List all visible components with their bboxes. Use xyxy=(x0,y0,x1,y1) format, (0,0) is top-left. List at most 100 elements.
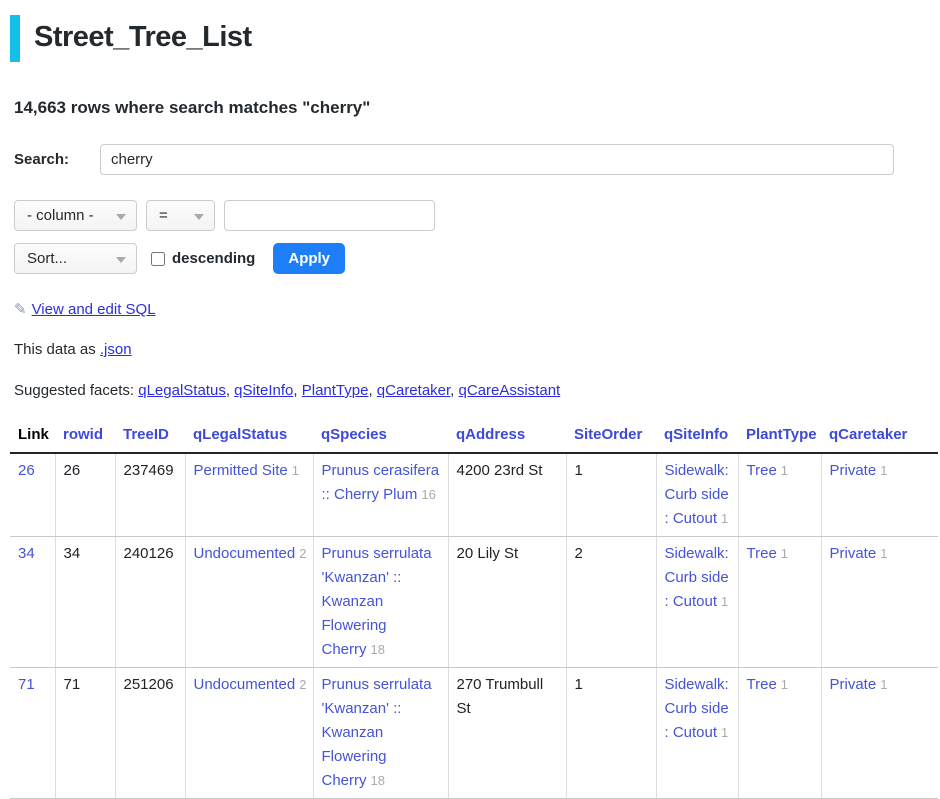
cell-qcaretaker: Private1 xyxy=(821,668,938,799)
column-header-siteorder: SiteOrder xyxy=(566,421,656,453)
sort-qcaretaker-link[interactable]: qCaretaker xyxy=(829,426,907,443)
facet-value-link[interactable]: Tree xyxy=(747,676,777,693)
suggested-facets-line: Suggested facets: qLegalStatus, qSiteInf… xyxy=(14,382,940,399)
facet-count: 1 xyxy=(781,463,788,478)
descending-option: descending xyxy=(151,250,255,267)
facet-link-planttype[interactable]: PlantType xyxy=(302,382,369,399)
facet-count: 1 xyxy=(781,546,788,561)
cell-qaddress: 4200 23rd St xyxy=(448,453,566,537)
facet-count: 1 xyxy=(880,677,887,692)
row-link[interactable]: 71 xyxy=(18,676,35,693)
facet-link-qsiteinfo[interactable]: qSiteInfo xyxy=(234,382,293,399)
sort-siteorder-link[interactable]: SiteOrder xyxy=(574,426,642,443)
facet-count: 2 xyxy=(299,546,306,561)
sql-line: ✎View and edit SQL xyxy=(14,300,940,318)
cell-qspecies: Prunus cerasifera :: Cherry Plum16 xyxy=(313,453,448,537)
json-link[interactable]: .json xyxy=(100,341,132,358)
facet-value-link[interactable]: Undocumented xyxy=(194,676,296,693)
facet-count: 1 xyxy=(292,463,299,478)
sort-planttype-link[interactable]: PlantType xyxy=(746,426,817,443)
column-header-qsiteinfo: qSiteInfo xyxy=(656,421,738,453)
facet-value-link[interactable]: Sidewalk: Curb side : Cutout xyxy=(665,462,729,527)
sort-qaddress-link[interactable]: qAddress xyxy=(456,426,525,443)
cell-treeid: 240126 xyxy=(115,537,185,668)
sort-select[interactable]: Sort... xyxy=(14,243,137,274)
facet-count: 2 xyxy=(299,677,306,692)
cell-siteorder: 1 xyxy=(566,668,656,799)
facet-separator: , xyxy=(226,382,234,399)
cell-planttype: Tree 1 xyxy=(738,453,821,537)
cell-planttype: Tree 1 xyxy=(738,537,821,668)
facet-count: 18 xyxy=(371,642,385,657)
cell-treeid: 237469 xyxy=(115,453,185,537)
view-edit-sql-link[interactable]: View and edit SQL xyxy=(32,301,156,318)
facet-value-link[interactable]: Undocumented xyxy=(194,545,296,562)
facet-link-qcaretaker[interactable]: qCaretaker xyxy=(377,382,450,399)
descending-label: descending xyxy=(172,250,255,267)
page: Street_Tree_List 14,663 rows where searc… xyxy=(0,0,940,799)
facet-count: 16 xyxy=(421,487,435,502)
filter-column-select[interactable]: - column - xyxy=(14,200,137,231)
facet-value-link[interactable]: Tree xyxy=(747,545,777,562)
cell-planttype: Tree1 xyxy=(738,668,821,799)
facets-prefix: Suggested facets: xyxy=(14,382,138,399)
descending-checkbox[interactable] xyxy=(151,252,165,266)
facet-link-qlegalstatus[interactable]: qLegalStatus xyxy=(138,382,226,399)
cell-qsiteinfo: Sidewalk: Curb side : Cutout1 xyxy=(656,453,738,537)
row-link[interactable]: 26 xyxy=(18,462,35,479)
facet-link-qcareassistant[interactable]: qCareAssistant xyxy=(459,382,561,399)
column-header-rowid: rowid xyxy=(55,421,115,453)
apply-button[interactable]: Apply xyxy=(273,243,345,274)
sort-qsiteinfo-link[interactable]: qSiteInfo xyxy=(664,426,728,443)
facet-separator: , xyxy=(368,382,376,399)
cell-siteorder: 2 xyxy=(566,537,656,668)
sort-select-value: Sort... xyxy=(27,250,67,267)
facet-count: 1 xyxy=(721,725,728,740)
column-header-link: Link xyxy=(10,421,55,453)
cell-qsiteinfo: Sidewalk: Curb side : Cutout1 xyxy=(656,668,738,799)
column-header-qspecies: qSpecies xyxy=(313,421,448,453)
cell-rowid: 71 xyxy=(55,668,115,799)
facet-value-link[interactable]: Sidewalk: Curb side : Cutout xyxy=(665,676,729,741)
cell-link: 34 xyxy=(10,537,55,668)
table-row: 34 34 240126 Undocumented2 Prunus serrul… xyxy=(10,537,938,668)
sort-qspecies-link[interactable]: qSpecies xyxy=(321,426,387,443)
cell-qcaretaker: Private1 xyxy=(821,453,938,537)
facet-count: 1 xyxy=(721,511,728,526)
filter-operator-select[interactable]: = xyxy=(146,200,215,231)
data-export-line: This data as .json xyxy=(14,341,940,358)
table-row: 26 26 237469 Permitted Site1 Prunus cera… xyxy=(10,453,938,537)
facet-value-link[interactable]: Sidewalk: Curb side : Cutout xyxy=(665,545,729,610)
cell-qlegalstatus: Permitted Site 1 xyxy=(185,453,313,537)
facet-value-link[interactable]: Private xyxy=(830,462,877,479)
cell-qsiteinfo: Sidewalk: Curb side : Cutout1 xyxy=(656,537,738,668)
filter-value-input[interactable] xyxy=(224,200,435,231)
data-as-prefix: This data as xyxy=(14,341,100,358)
facet-value-link[interactable]: Private xyxy=(830,545,877,562)
column-header-qaddress: qAddress xyxy=(448,421,566,453)
search-input[interactable] xyxy=(100,144,894,175)
cell-qlegalstatus: Undocumented2 xyxy=(185,668,313,799)
row-count-summary: 14,663 rows where search matches "cherry… xyxy=(14,98,940,118)
facet-separator: , xyxy=(293,382,301,399)
accent-bar xyxy=(10,15,20,62)
table-header-row: Link rowid TreeID qLegalStatus qSpecies … xyxy=(10,421,938,453)
sort-qlegalstatus-link[interactable]: qLegalStatus xyxy=(193,426,287,443)
cell-qspecies: Prunus serrulata 'Kwanzan' :: Kwanzan Fl… xyxy=(313,668,448,799)
page-header: Street_Tree_List xyxy=(10,15,940,62)
facet-value-link[interactable]: Private xyxy=(830,676,877,693)
facet-count: 1 xyxy=(880,463,887,478)
facet-separator: , xyxy=(450,382,458,399)
search-label: Search: xyxy=(14,151,100,168)
cell-treeid: 251206 xyxy=(115,668,185,799)
row-link[interactable]: 34 xyxy=(18,545,35,562)
cell-link: 26 xyxy=(10,453,55,537)
facet-value-link[interactable]: Permitted Site xyxy=(194,462,288,479)
sort-rowid-link[interactable]: rowid xyxy=(63,426,103,443)
facet-value-link[interactable]: Tree xyxy=(747,462,777,479)
filter-operator-select-value: = xyxy=(159,207,168,224)
cell-rowid: 34 xyxy=(55,537,115,668)
results-table: Link rowid TreeID qLegalStatus qSpecies … xyxy=(10,421,938,799)
column-header-qcaretaker: qCaretaker xyxy=(821,421,938,453)
sort-treeid-link[interactable]: TreeID xyxy=(123,426,169,443)
